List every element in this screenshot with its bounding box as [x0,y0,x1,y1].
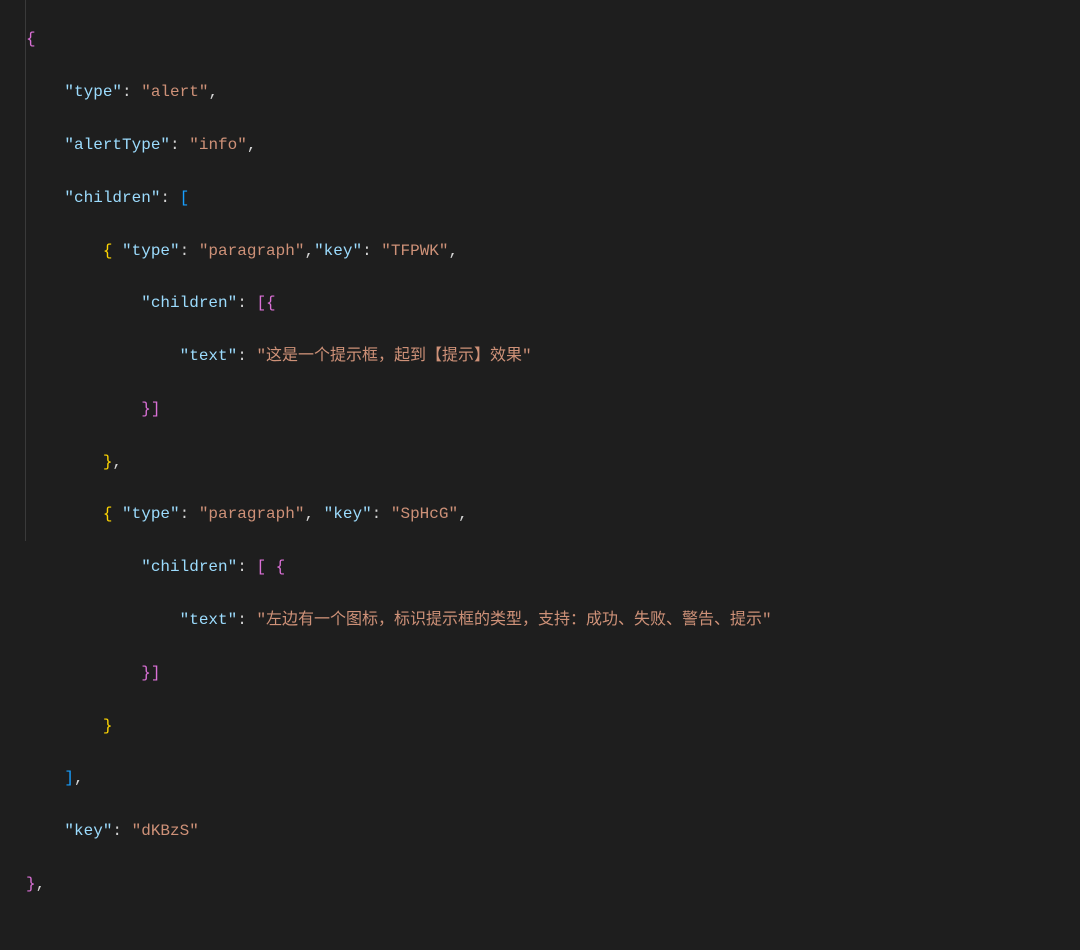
json-string: "TFPWK" [381,242,448,260]
colon: : [160,189,179,207]
comma: , [208,83,218,101]
code-line: "children": [{ [26,290,772,316]
code-line: "children": [ [26,185,772,211]
bracket-brace-open: [ { [256,558,285,576]
code-line: { [26,26,772,52]
comma: , [458,505,468,523]
json-key: "children" [64,189,160,207]
brace-close: } [26,875,36,893]
code-line: ], [26,765,772,791]
json-string: "dKBzS" [132,822,199,840]
brace-close: } [103,453,113,471]
comma: , [304,242,314,260]
json-key: "key" [64,822,112,840]
code-editor: { "type": "alert", "alertType": "info", … [0,0,1080,541]
json-key: "text" [180,347,238,365]
bracket-brace-open: [{ [256,294,275,312]
json-key: "alertType" [64,136,170,154]
code-line: }, [26,871,772,897]
code-line: { "type": "paragraph","key": "TFPWK", [26,238,772,264]
code-line: } [26,713,772,739]
json-key: "type" [122,505,180,523]
colon: : [362,242,381,260]
json-string: "alert" [141,83,208,101]
bracket-open: [ [180,189,190,207]
json-string: "左边有一个图标，标识提示框的类型，支持：成功、失败、警告、提示" [256,611,771,629]
brace-open: { [103,505,122,523]
code-line: "text": "左边有一个图标，标识提示框的类型，支持：成功、失败、警告、提示… [26,607,772,633]
json-key: "type" [64,83,122,101]
json-string: "paragraph" [199,242,305,260]
code-block[interactable]: { "type": "alert", "alertType": "info", … [26,0,772,541]
bracket-close: ] [64,769,74,787]
json-key: "type" [122,242,180,260]
json-string: "这是一个提示框，起到【提示】效果" [256,347,531,365]
colon: : [170,136,189,154]
json-key: "key" [324,505,372,523]
json-key: "children" [141,294,237,312]
colon: : [112,822,131,840]
code-line: "text": "这是一个提示框，起到【提示】效果" [26,343,772,369]
code-line: }] [26,396,772,422]
json-string: "info" [189,136,247,154]
brace-open: { [103,242,122,260]
code-line: "key": "dKBzS" [26,818,772,844]
comma: , [112,453,122,471]
colon: : [237,294,256,312]
comma: , [247,136,257,154]
code-line: }] [26,660,772,686]
colon: : [180,505,199,523]
comma: , [449,242,459,260]
colon: : [237,347,256,365]
code-line: "children": [ { [26,554,772,580]
code-line: "type": "alert", [26,79,772,105]
brace-bracket-close: }] [141,664,160,682]
colon: : [237,558,256,576]
brace-open: { [26,30,36,48]
json-key: "key" [314,242,362,260]
gutter [0,0,26,541]
comma: , [36,875,46,893]
comma: , [304,505,323,523]
colon: : [122,83,141,101]
code-line: { "type": "paragraph", "key": "SpHcG", [26,501,772,527]
colon: : [372,505,391,523]
json-string: "paragraph" [199,505,305,523]
comma: , [74,769,84,787]
json-string: "SpHcG" [391,505,458,523]
json-key: "text" [180,611,238,629]
code-line: "alertType": "info", [26,132,772,158]
json-key: "children" [141,558,237,576]
colon: : [180,242,199,260]
brace-close: } [103,717,113,735]
brace-bracket-close: }] [141,400,160,418]
colon: : [237,611,256,629]
code-line: }, [26,449,772,475]
